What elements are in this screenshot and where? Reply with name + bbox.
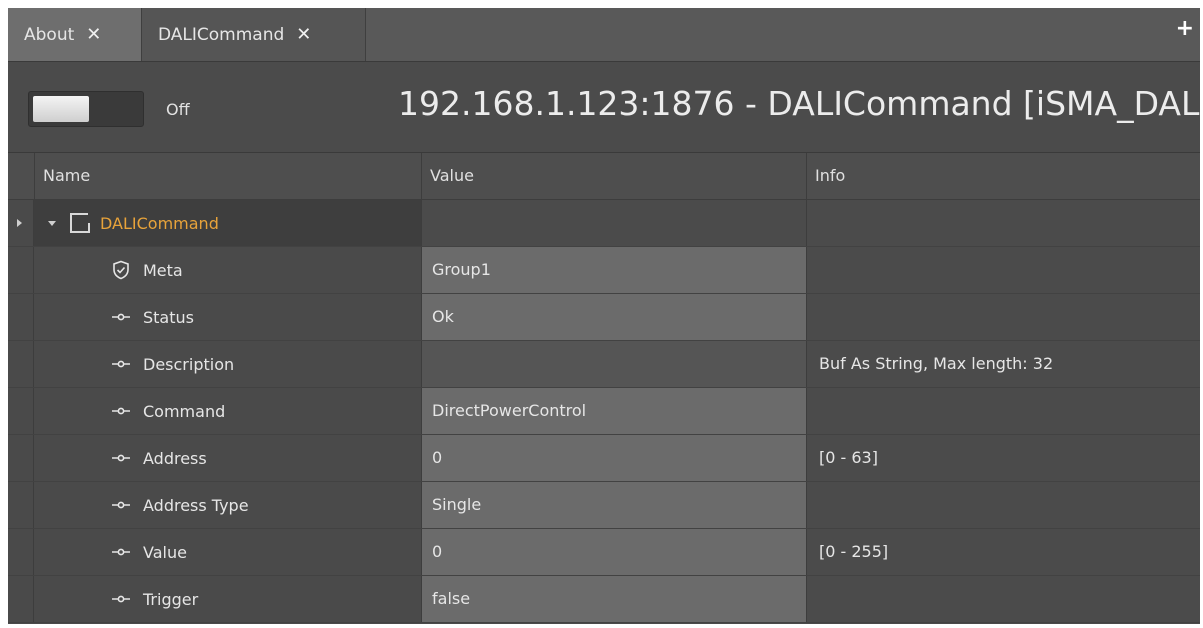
slot-icon <box>111 453 131 463</box>
value-cell[interactable]: Ok <box>421 294 806 340</box>
table-row[interactable]: Description Buf As String, Max length: 3… <box>8 341 1200 388</box>
name-cell[interactable]: Description <box>34 341 421 387</box>
row-gutter <box>8 247 34 293</box>
value-cell[interactable]: false <box>421 576 806 622</box>
header-gutter <box>8 153 34 199</box>
column-header-info[interactable]: Info <box>806 153 1200 199</box>
tab-dalicommand[interactable]: DALICommand ✕ <box>142 8 366 61</box>
property-label: Address <box>143 448 207 468</box>
property-label: Description <box>143 354 235 374</box>
enable-toggle[interactable] <box>28 91 144 127</box>
name-cell[interactable]: Status <box>34 294 421 340</box>
value-cell[interactable] <box>421 341 806 387</box>
name-cell[interactable]: Address <box>34 435 421 481</box>
info-cell <box>806 482 1200 528</box>
workbench-window: About ✕ DALICommand ✕ + Off 192.168.1.12… <box>8 8 1200 624</box>
name-cell[interactable]: Value <box>34 529 421 575</box>
table-row[interactable]: Command DirectPowerControl <box>8 388 1200 435</box>
table-row[interactable]: Value 0 [0 - 255] <box>8 529 1200 576</box>
add-tab-icon[interactable]: + <box>1176 16 1194 41</box>
table-row-root[interactable]: DALICommand <box>8 200 1200 247</box>
name-cell[interactable]: Command <box>34 388 421 434</box>
table-row[interactable]: Meta Group1 <box>8 247 1200 294</box>
table-row[interactable]: Address Type Single <box>8 482 1200 529</box>
property-label: Trigger <box>143 589 199 609</box>
row-gutter <box>8 576 34 622</box>
slot-icon <box>111 359 131 369</box>
close-icon[interactable]: ✕ <box>296 24 311 45</box>
property-label: Command <box>143 401 226 421</box>
close-icon[interactable]: ✕ <box>86 24 101 45</box>
info-cell <box>806 388 1200 434</box>
info-cell <box>806 294 1200 340</box>
value-cell[interactable]: 0 <box>421 529 806 575</box>
row-gutter <box>8 341 34 387</box>
name-cell[interactable]: Address Type <box>34 482 421 528</box>
shield-icon <box>111 260 131 280</box>
tab-about-label: About <box>24 24 75 45</box>
value-cell[interactable]: Group1 <box>421 247 806 293</box>
value-cell <box>421 200 806 246</box>
row-gutter <box>8 482 34 528</box>
tab-about[interactable]: About ✕ <box>8 8 142 61</box>
table-row[interactable]: Address 0 [0 - 63] <box>8 435 1200 482</box>
info-cell <box>806 576 1200 622</box>
name-cell[interactable]: Trigger <box>34 576 421 622</box>
expand-arrow-icon[interactable] <box>17 219 22 227</box>
page-title: 192.168.1.123:1876 - DALICommand [iSMA_D… <box>398 84 1200 123</box>
tab-dalicommand-label: DALICommand <box>158 24 285 45</box>
value-cell[interactable]: 0 <box>421 435 806 481</box>
name-cell[interactable]: DALICommand <box>34 200 421 246</box>
row-gutter <box>8 388 34 434</box>
property-label: Address Type <box>143 495 249 515</box>
property-table: DALICommand Meta Group1 Status Ok Descri… <box>8 200 1200 623</box>
slot-icon <box>111 547 131 557</box>
component-icon <box>70 213 90 233</box>
column-header-name[interactable]: Name <box>34 153 421 199</box>
property-label: Meta <box>143 260 183 280</box>
slot-icon <box>111 594 131 604</box>
table-row[interactable]: Status Ok <box>8 294 1200 341</box>
table-header: Name Value Info <box>8 153 1200 200</box>
slot-icon <box>111 312 131 322</box>
row-gutter[interactable] <box>8 200 34 246</box>
slot-icon <box>111 500 131 510</box>
toggle-knob <box>33 96 89 122</box>
root-component-label: DALICommand <box>100 213 219 233</box>
info-cell <box>806 247 1200 293</box>
value-cell[interactable]: Single <box>421 482 806 528</box>
chevron-down-icon[interactable] <box>48 220 56 226</box>
slot-icon <box>111 406 131 416</box>
tab-bar: About ✕ DALICommand ✕ + <box>8 8 1200 62</box>
info-cell <box>806 200 1200 246</box>
toggle-label: Off <box>166 100 190 119</box>
table-row[interactable]: Trigger false <box>8 576 1200 623</box>
property-label: Status <box>143 307 194 327</box>
info-cell: [0 - 63] <box>806 435 1200 481</box>
page-header: Off 192.168.1.123:1876 - DALICommand [iS… <box>8 62 1200 153</box>
row-gutter <box>8 435 34 481</box>
property-label: Value <box>143 542 187 562</box>
row-gutter <box>8 529 34 575</box>
info-cell: Buf As String, Max length: 32 <box>806 341 1200 387</box>
value-cell[interactable]: DirectPowerControl <box>421 388 806 434</box>
info-cell: [0 - 255] <box>806 529 1200 575</box>
row-gutter <box>8 294 34 340</box>
name-cell[interactable]: Meta <box>34 247 421 293</box>
column-header-value[interactable]: Value <box>421 153 806 199</box>
